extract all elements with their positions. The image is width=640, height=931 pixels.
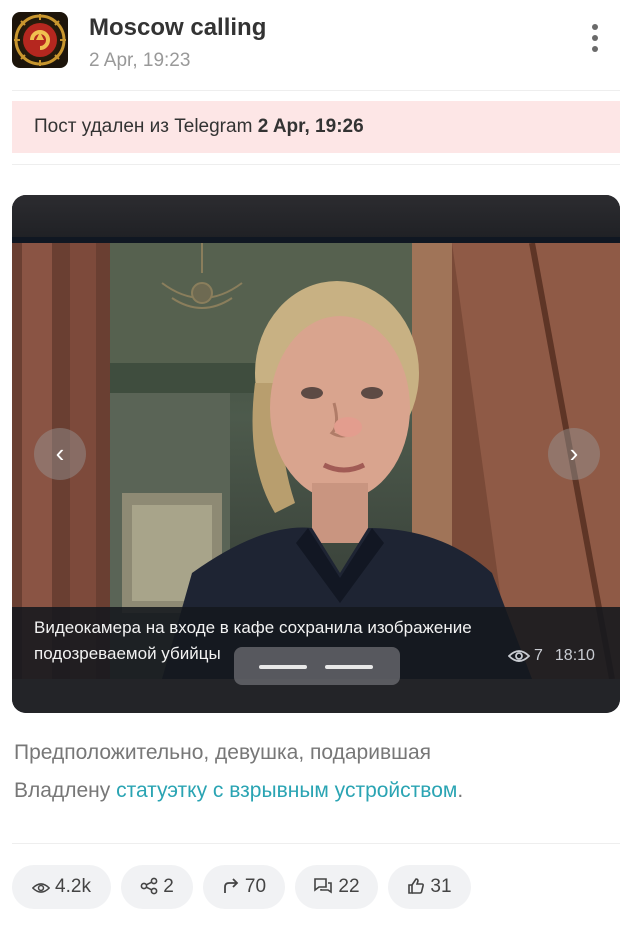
shares-count: 2 bbox=[163, 876, 174, 897]
caption-line: Видеокамера на входе в кафе сохранила из… bbox=[34, 618, 472, 637]
likes-count: 31 bbox=[430, 876, 452, 897]
eye-icon bbox=[31, 883, 51, 893]
post-date: 2 Apr, 19:23 bbox=[89, 50, 191, 71]
thumbs-up-icon bbox=[408, 878, 425, 894]
forwards-stat[interactable]: 70 bbox=[203, 865, 285, 909]
post-text: Предположительно, девушка, подарившая Вл… bbox=[14, 734, 614, 810]
media-top-strip bbox=[12, 195, 620, 241]
more-options-button[interactable] bbox=[582, 24, 608, 58]
deleted-notice-text: Пост удален из Telegram bbox=[34, 116, 253, 137]
share-icon bbox=[140, 877, 158, 895]
previous-slide-button[interactable]: ‹ bbox=[34, 428, 86, 480]
forward-icon bbox=[224, 878, 239, 893]
shares-stat[interactable]: 2 bbox=[121, 865, 193, 909]
comments-stat[interactable]: 22 bbox=[295, 865, 378, 909]
channel-logo-icon bbox=[14, 14, 66, 66]
comments-count: 22 bbox=[338, 876, 360, 897]
eye-icon bbox=[508, 650, 530, 662]
deleted-notice-time: 2 Apr, 19:26 bbox=[257, 116, 364, 137]
menu-dot-icon bbox=[592, 46, 598, 52]
forwards-count: 70 bbox=[244, 876, 267, 897]
media-carousel[interactable]: Видеокамера на входе в кафе сохранила из… bbox=[12, 195, 620, 713]
likes-stat[interactable]: 31 bbox=[388, 865, 471, 909]
slide-dot-2[interactable] bbox=[325, 665, 373, 669]
post-text-end: . bbox=[457, 779, 464, 802]
media-views: 7 bbox=[534, 647, 543, 664]
media-time: 18:10 bbox=[554, 647, 595, 664]
next-slide-button[interactable]: › bbox=[548, 428, 600, 480]
chevron-left-icon: ‹ bbox=[55, 438, 65, 468]
menu-dot-icon bbox=[592, 24, 598, 30]
views-count: 4.2k bbox=[55, 876, 91, 897]
post-header: Moscow calling 2 Apr, 19:23 bbox=[0, 0, 640, 90]
post-link[interactable]: статуэтку с взрывным устройством bbox=[116, 779, 457, 802]
menu-dot-icon bbox=[592, 35, 598, 41]
post-text-line2: Владлену bbox=[14, 779, 117, 802]
deleted-notice: Пост удален из Telegram 2 Apr, 19:26 bbox=[12, 101, 620, 153]
slide-indicator[interactable] bbox=[234, 647, 400, 685]
comments-icon bbox=[314, 878, 333, 894]
divider bbox=[12, 164, 620, 165]
media-meta: 7 18:10 bbox=[508, 647, 595, 665]
chevron-right-icon: › bbox=[569, 438, 579, 468]
channel-avatar[interactable] bbox=[12, 12, 68, 68]
channel-name[interactable]: Moscow calling bbox=[89, 14, 266, 42]
views-stat[interactable]: 4.2k bbox=[12, 865, 111, 909]
slide-dot-1[interactable] bbox=[259, 665, 307, 669]
divider bbox=[12, 90, 620, 91]
post-text-line1: Предположительно, девушка, подарившая bbox=[14, 741, 432, 764]
divider bbox=[12, 843, 620, 844]
